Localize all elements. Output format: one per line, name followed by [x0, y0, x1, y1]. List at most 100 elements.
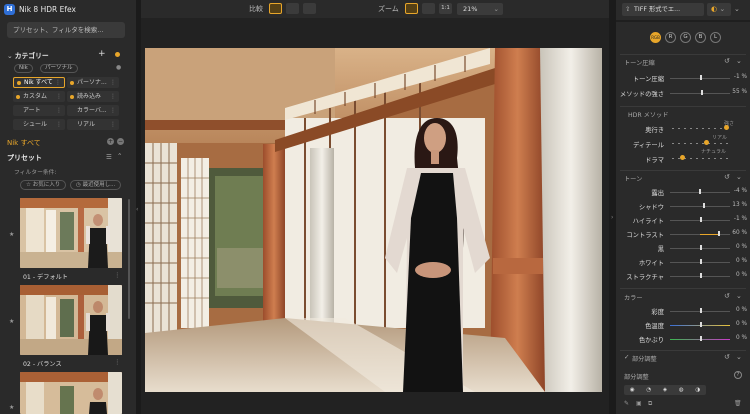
- chevron-down-icon[interactable]: ⌄: [736, 57, 742, 65]
- reset-icon[interactable]: ↺: [724, 57, 730, 65]
- hdr-method-title: HDR メソッド: [628, 112, 669, 119]
- channel-rgb[interactable]: RGB: [650, 32, 661, 43]
- compare-split-button[interactable]: [286, 3, 299, 14]
- detail-marker[interactable]: [704, 140, 709, 145]
- chip-personal[interactable]: パーソナル: [40, 64, 78, 73]
- search-input[interactable]: プリセット、フィルタを検索...: [7, 22, 125, 38]
- favorite-star-icon[interactable]: ★: [9, 318, 14, 325]
- category-real[interactable]: リアル ⋮: [67, 119, 119, 130]
- remove-preset-icon[interactable]: −: [117, 138, 124, 145]
- brush-icon[interactable]: ◔: [646, 387, 651, 393]
- kebab-icon[interactable]: ⋮: [110, 91, 116, 102]
- slider-handle[interactable]: [700, 259, 702, 264]
- slider-label: トーン圧縮: [632, 76, 664, 83]
- channel-r[interactable]: R: [665, 32, 676, 43]
- slider-handle[interactable]: [703, 203, 705, 208]
- image-canvas[interactable]: [141, 18, 609, 414]
- chevron-down-icon[interactable]: ⌄: [734, 5, 740, 13]
- slider-handle[interactable]: [700, 217, 702, 222]
- chevron-left-icon[interactable]: ‹: [136, 206, 138, 213]
- category-imported[interactable]: 読み込み ⋮: [67, 91, 119, 102]
- method-strength-slider[interactable]: [670, 93, 730, 94]
- kebab-icon[interactable]: ⋮: [55, 78, 61, 87]
- preview-photo[interactable]: [145, 48, 602, 392]
- kebab-icon[interactable]: ⋮: [110, 77, 116, 88]
- divider: [620, 350, 746, 351]
- preset-kebab-icon[interactable]: ⋮: [114, 358, 121, 366]
- luminance-icon[interactable]: ◑: [695, 387, 700, 393]
- preset-thumbnail-balance[interactable]: [20, 285, 122, 355]
- control-point-icon[interactable]: ◉: [630, 387, 635, 393]
- compare-single-button[interactable]: [269, 3, 282, 14]
- detail-scale[interactable]: [672, 143, 728, 144]
- slider-handle[interactable]: [700, 308, 702, 313]
- category-custom[interactable]: カスタム ⋮: [13, 91, 65, 102]
- slider-handle[interactable]: [700, 336, 702, 341]
- kebab-icon[interactable]: ⋮: [56, 119, 62, 130]
- compare-side-button[interactable]: [303, 3, 316, 14]
- categories-header[interactable]: ⌄ カテゴリー: [7, 50, 49, 60]
- radial-gradient-icon[interactable]: ◍: [679, 387, 684, 393]
- reset-icon[interactable]: ↺: [724, 292, 730, 300]
- eyedropper-icon[interactable]: ✎: [624, 400, 629, 407]
- category-personal[interactable]: パーソナ... ⋮: [67, 77, 119, 88]
- right-panel-collapse[interactable]: ›: [609, 0, 616, 414]
- kebab-icon[interactable]: ⋮: [110, 119, 116, 130]
- chip-nik[interactable]: Nik: [14, 64, 33, 73]
- category-nik-all[interactable]: Nik すべて ⋮: [13, 77, 65, 88]
- favorite-star-icon[interactable]: ★: [9, 231, 14, 238]
- preset-thumbnail-default[interactable]: [20, 198, 122, 268]
- zoom-fit-button[interactable]: [405, 3, 418, 14]
- slider-handle[interactable]: [700, 75, 702, 80]
- export-format-select[interactable]: ⇪ TIFF 形式でエ...: [622, 3, 704, 16]
- category-surreal[interactable]: シュール ⋮: [13, 119, 65, 130]
- favorite-star-icon[interactable]: ★: [9, 404, 14, 411]
- checkbox-icon[interactable]: ✓: [624, 353, 629, 361]
- chevron-right-icon[interactable]: ›: [611, 214, 613, 221]
- zoom-select[interactable]: 21% ⌄: [457, 3, 503, 15]
- more-icon[interactable]: ●: [116, 64, 121, 71]
- depth-scale[interactable]: [672, 128, 728, 129]
- reset-icon[interactable]: ↺: [724, 353, 730, 361]
- slider-handle[interactable]: [700, 322, 702, 327]
- chevron-down-icon[interactable]: ⌄: [736, 292, 742, 300]
- category-art[interactable]: アート ⋮: [13, 105, 65, 116]
- zoom-100-button[interactable]: 1:1: [439, 3, 452, 14]
- list-view-icon[interactable]: ☰: [106, 153, 112, 161]
- reset-icon[interactable]: ↺: [724, 173, 730, 181]
- chevron-down-icon[interactable]: ⌄: [736, 353, 742, 361]
- chevron-up-icon[interactable]: ⌃: [117, 152, 122, 160]
- channel-g[interactable]: G: [680, 32, 691, 43]
- kebab-icon[interactable]: ⋮: [56, 91, 62, 102]
- linear-gradient-icon[interactable]: ◈: [663, 387, 667, 393]
- help-icon[interactable]: ?: [734, 371, 742, 379]
- zoom-fill-button[interactable]: [422, 3, 435, 14]
- slider-handle[interactable]: [700, 273, 702, 278]
- category-color-icon[interactable]: [115, 52, 120, 57]
- kebab-icon[interactable]: ⋮: [110, 105, 116, 116]
- add-preset-icon[interactable]: +: [107, 138, 114, 145]
- preset-kebab-icon[interactable]: ⋮: [114, 271, 121, 279]
- slider-handle[interactable]: [700, 245, 702, 250]
- slider-handle[interactable]: [699, 189, 701, 194]
- depth-marker[interactable]: [724, 125, 729, 130]
- duplicate-icon[interactable]: ⧉: [648, 400, 652, 408]
- filter-favorites[interactable]: ☆ お気に入り: [20, 180, 67, 190]
- slider-handle[interactable]: [718, 231, 720, 236]
- drama-marker[interactable]: [680, 155, 685, 160]
- slider-label: 色温度: [645, 323, 664, 330]
- preset-thumbnail-next[interactable]: [20, 372, 122, 414]
- channel-b[interactable]: B: [695, 32, 706, 43]
- channel-l[interactable]: L: [710, 32, 721, 43]
- preset-scrollbar[interactable]: [128, 199, 130, 319]
- kebab-icon[interactable]: ⋮: [56, 105, 62, 116]
- add-category-icon[interactable]: +: [98, 49, 106, 59]
- mask-icon[interactable]: ▣: [636, 400, 642, 407]
- category-color-variation[interactable]: カラーバ... ⋮: [67, 105, 119, 116]
- shadows-slider[interactable]: [670, 206, 730, 207]
- loupe-toggle[interactable]: ◐ ⌄: [707, 3, 731, 16]
- chevron-down-icon[interactable]: ⌄: [736, 173, 742, 181]
- trash-icon[interactable]: 🗑: [734, 400, 742, 407]
- slider-handle[interactable]: [701, 90, 703, 95]
- filter-recent[interactable]: ◷ 最近使用し...: [70, 180, 122, 190]
